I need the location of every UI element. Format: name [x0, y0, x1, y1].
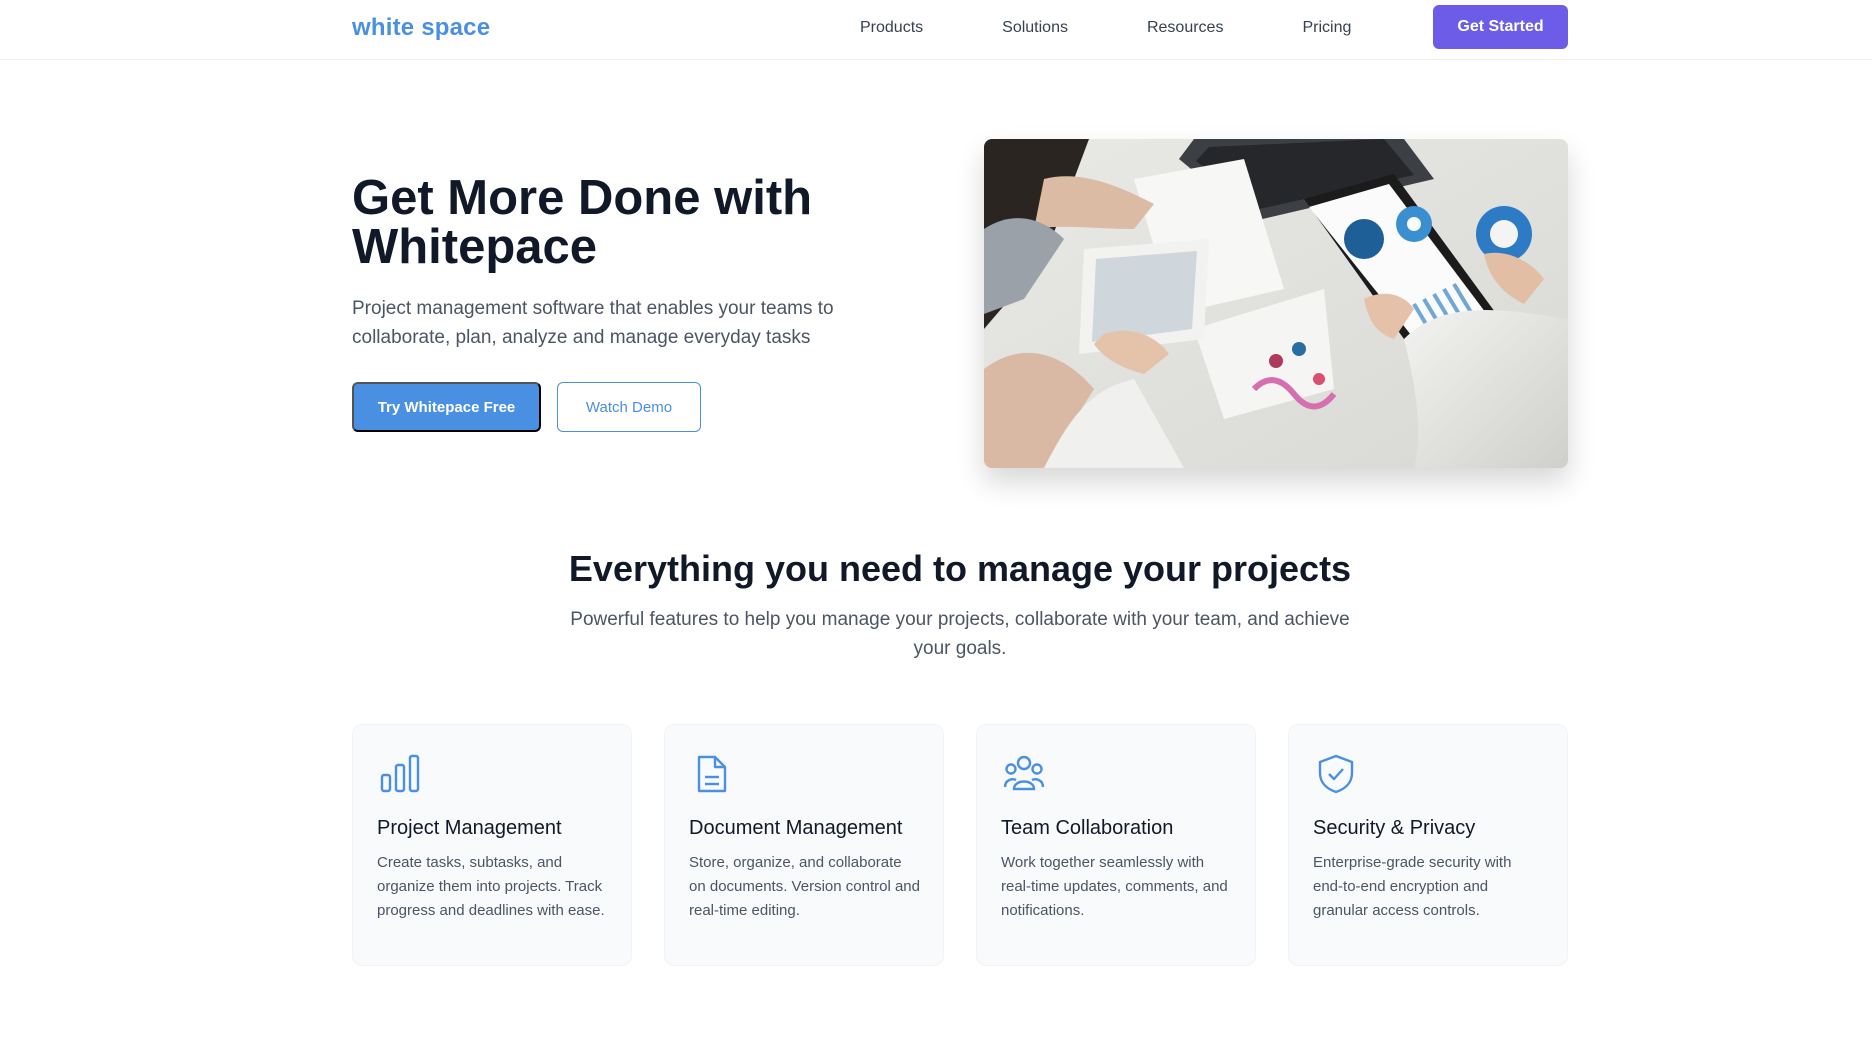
feature-card-text: Enterprise-grade security with end-to-en… — [1313, 854, 1512, 919]
watch-demo-button[interactable]: Watch Demo — [557, 382, 701, 432]
features-title: Everything you need to manage your proje… — [568, 548, 1352, 589]
shield-check-icon — [1315, 753, 1357, 795]
feature-card-title: Document Management — [689, 817, 903, 839]
feature-card-title: Team Collaboration — [1001, 817, 1174, 839]
feature-card-text: Store, organize, and collaborate on docu… — [689, 854, 920, 919]
get-started-button[interactable]: Get Started — [1433, 5, 1568, 49]
feature-card-project-management: Project Management Create tasks, subtask… — [352, 724, 632, 966]
hero-subtitle: Project management software that enables… — [352, 298, 834, 348]
try-free-button[interactable]: Try Whitepace Free — [352, 382, 541, 432]
feature-card-security-privacy: Security & Privacy Enterprise-grade secu… — [1288, 724, 1568, 966]
feature-card-document-management: Document Management Store, organize, and… — [664, 724, 944, 966]
feature-card-text: Work together seamlessly with real-time … — [1001, 854, 1228, 919]
document-icon — [691, 753, 733, 795]
nav-link-resources[interactable]: Resources — [1147, 18, 1223, 42]
feature-card-team-collaboration: Team Collaboration Work together seamles… — [976, 724, 1256, 966]
feature-card-title: Security & Privacy — [1313, 817, 1476, 839]
nav-link-pricing[interactable]: Pricing — [1302, 18, 1351, 42]
team-meeting-illustration — [984, 139, 1568, 468]
nav-link-solutions[interactable]: Solutions — [1002, 18, 1068, 42]
bar-chart-icon — [379, 753, 421, 795]
hero-title: Get More Done with Whitepace — [352, 171, 813, 274]
nav-link-products[interactable]: Products — [860, 18, 923, 42]
feature-card-title: Project Management — [377, 817, 562, 839]
nav-links: Products Solutions Resources Pricing — [860, 18, 1430, 42]
feature-card-text: Create tasks, subtasks, and organize the… — [377, 854, 605, 919]
team-icon — [1003, 753, 1045, 795]
logo[interactable]: white space — [352, 14, 490, 42]
features-subtitle: Powerful features to help you manage you… — [570, 609, 1350, 659]
hero-image — [984, 139, 1568, 468]
top-navbar: white space Products Solutions Resources… — [0, 0, 1872, 60]
